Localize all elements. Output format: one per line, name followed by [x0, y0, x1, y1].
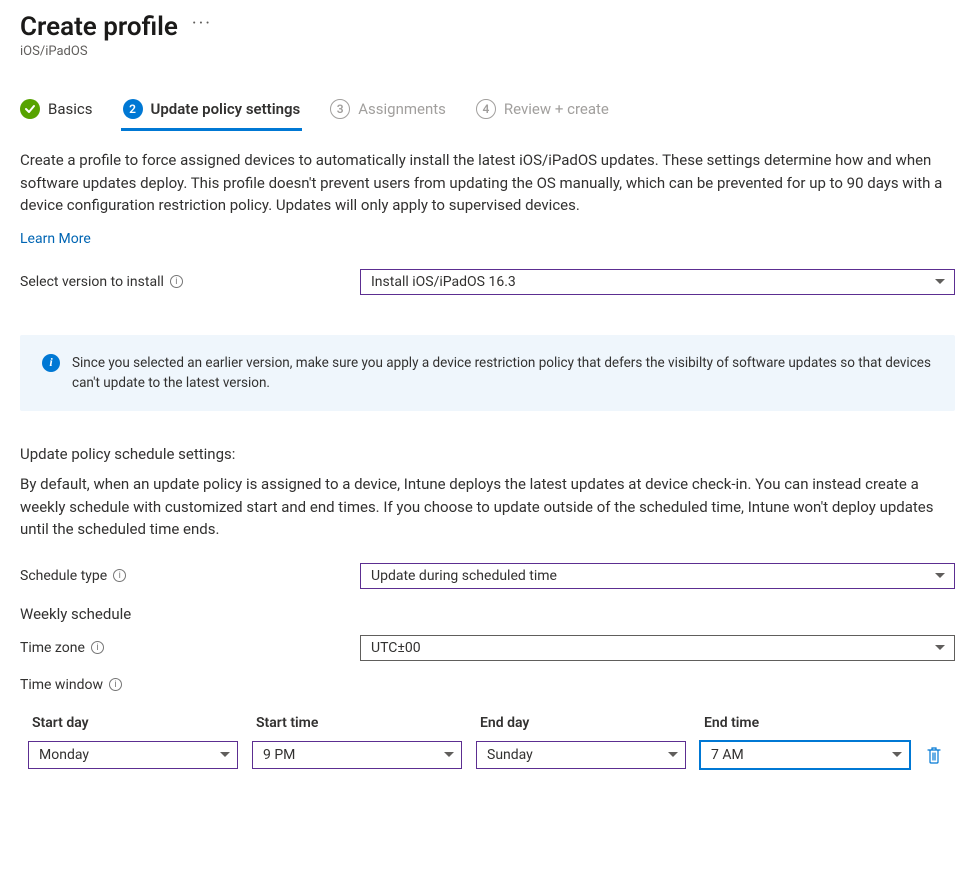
weekly-schedule-heading: Weekly schedule: [20, 605, 955, 623]
info-icon[interactable]: i: [113, 569, 126, 582]
schedule-settings-heading: Update policy schedule settings:: [20, 445, 955, 463]
select-value: UTC±00: [371, 640, 421, 656]
time-window-row: Start day Monday Start time 9 PM End day…: [20, 715, 955, 769]
chevron-down-icon: [219, 752, 231, 757]
chevron-down-icon: [934, 279, 946, 284]
end-time-header: End time: [700, 715, 910, 731]
description-text: Create a profile to force assigned devic…: [20, 149, 955, 217]
end-day-header: End day: [476, 715, 686, 731]
more-icon[interactable]: ···: [192, 13, 212, 34]
chevron-down-icon: [891, 752, 903, 757]
info-banner: i Since you selected an earlier version,…: [20, 335, 955, 412]
label-text: Select version to install: [20, 274, 164, 290]
tab-label: Basics: [48, 100, 93, 118]
select-value: Update during scheduled time: [371, 568, 557, 584]
tab-label: Update policy settings: [151, 100, 301, 118]
page-title: Create profile: [20, 12, 178, 42]
select-value: Monday: [39, 747, 89, 763]
label-text: Time zone: [20, 640, 85, 656]
step-number-icon: 4: [476, 99, 496, 119]
version-select[interactable]: Install iOS/iPadOS 16.3: [360, 269, 955, 295]
start-time-select[interactable]: 9 PM: [252, 741, 462, 769]
select-value: 7 AM: [711, 747, 744, 763]
tab-review-create[interactable]: 4 Review + create: [476, 93, 609, 131]
schedule-settings-desc: By default, when an update policy is ass…: [20, 473, 955, 541]
check-icon: [20, 99, 40, 119]
chevron-down-icon: [443, 752, 455, 757]
delete-row-button[interactable]: [924, 741, 944, 769]
start-day-header: Start day: [28, 715, 238, 731]
banner-text: Since you selected an earlier version, m…: [72, 353, 935, 394]
chevron-down-icon: [934, 645, 946, 650]
wizard-tabs: Basics 2 Update policy settings 3 Assign…: [20, 93, 955, 131]
tab-label: Review + create: [504, 100, 609, 118]
select-value: Install iOS/iPadOS 16.3: [371, 274, 516, 290]
timezone-label: Time zone i: [20, 640, 360, 656]
info-icon[interactable]: i: [170, 275, 183, 288]
page-subtitle: iOS/iPadOS: [20, 44, 955, 59]
timezone-select[interactable]: UTC±00: [360, 635, 955, 661]
label-text: Schedule type: [20, 568, 107, 584]
info-icon[interactable]: i: [109, 678, 122, 691]
schedule-type-label: Schedule type i: [20, 568, 360, 584]
schedule-type-select[interactable]: Update during scheduled time: [360, 563, 955, 589]
select-value: Sunday: [487, 747, 533, 763]
info-icon[interactable]: i: [91, 641, 104, 654]
tab-assignments[interactable]: 3 Assignments: [330, 93, 446, 131]
info-icon: i: [42, 354, 60, 372]
label-text: Time window: [20, 677, 103, 693]
timewindow-label: Time window i: [20, 677, 360, 693]
chevron-down-icon: [667, 752, 679, 757]
chevron-down-icon: [934, 573, 946, 578]
select-value: 9 PM: [263, 747, 295, 763]
step-number-icon: 2: [123, 99, 143, 119]
tab-basics[interactable]: Basics: [20, 93, 93, 131]
start-day-select[interactable]: Monday: [28, 741, 238, 769]
start-time-header: Start time: [252, 715, 462, 731]
end-day-select[interactable]: Sunday: [476, 741, 686, 769]
end-time-select[interactable]: 7 AM: [700, 741, 910, 769]
tab-update-policy-settings[interactable]: 2 Update policy settings: [123, 93, 301, 131]
learn-more-link[interactable]: Learn More: [20, 231, 91, 247]
trash-icon: [926, 746, 942, 764]
version-label: Select version to install i: [20, 274, 360, 290]
step-number-icon: 3: [330, 99, 350, 119]
tab-label: Assignments: [358, 100, 446, 118]
